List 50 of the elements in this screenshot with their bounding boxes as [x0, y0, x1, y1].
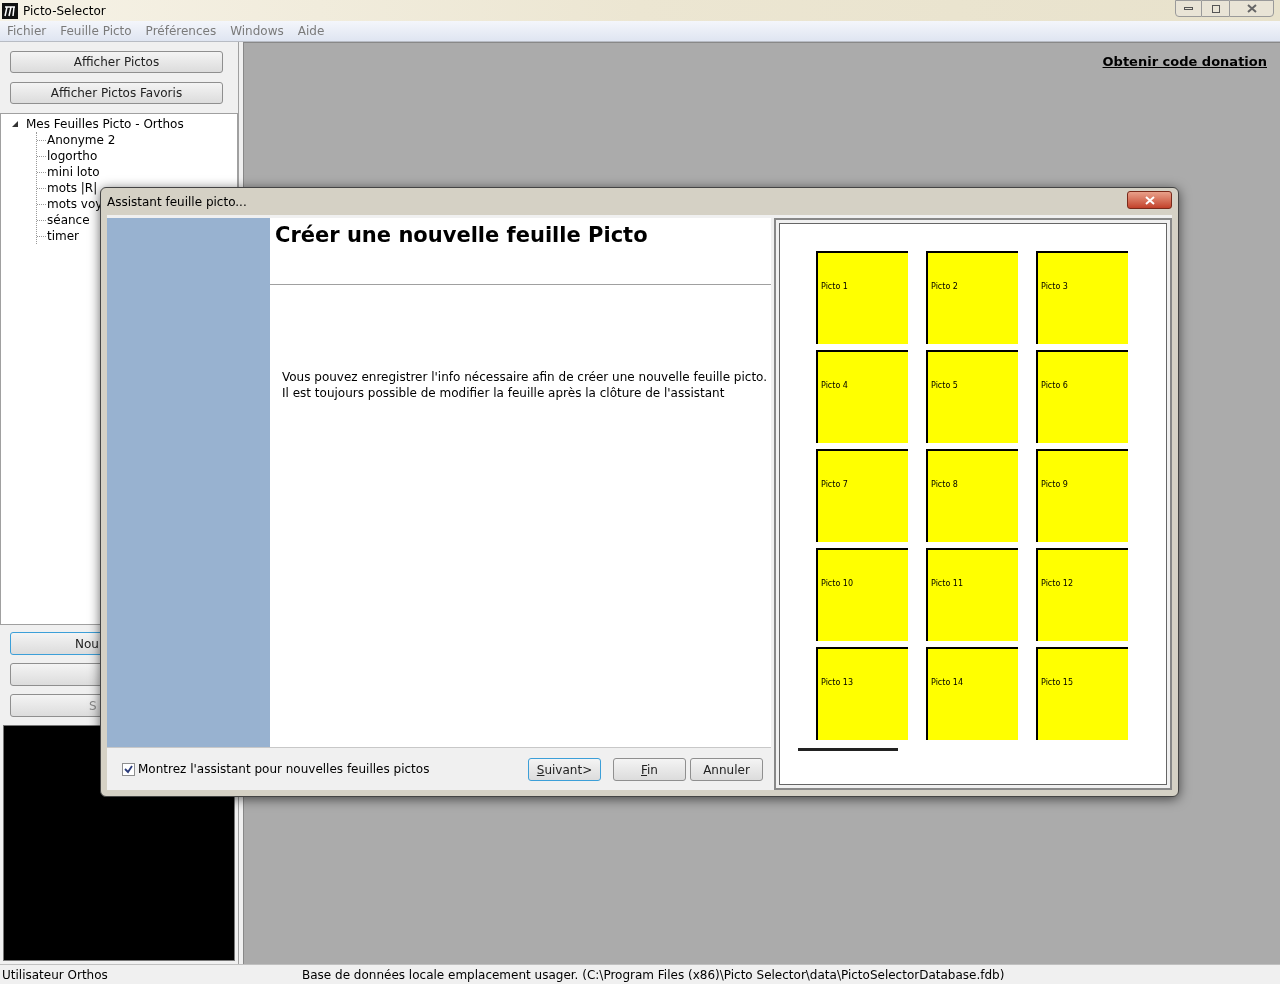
wizard-heading: Créer une nouvelle feuille Picto	[275, 223, 648, 247]
restore-button[interactable]	[1202, 0, 1229, 17]
tree-item[interactable]: timer	[47, 228, 80, 244]
tree-item[interactable]: mini loto	[47, 164, 100, 180]
picto-label: Picto 4	[821, 381, 848, 390]
sidebar-button[interactable]: Afficher Pictos Favoris	[10, 82, 223, 104]
picto-label: Picto 12	[1041, 579, 1074, 588]
tree-item[interactable]: séance	[47, 212, 90, 228]
picto-label: Picto 8	[931, 480, 958, 489]
app-logo-icon	[2, 2, 18, 19]
menu-item[interactable]: Windows	[230, 22, 284, 40]
close-icon	[1246, 4, 1257, 13]
tree-item[interactable]: logortho	[47, 148, 98, 164]
menu-item[interactable]: Aide	[297, 22, 325, 40]
menu-item[interactable]: Feuille Picto	[60, 22, 132, 40]
tree-item[interactable]: mots |R|	[47, 180, 98, 196]
checkmark-icon	[124, 764, 133, 774]
menu-item[interactable]: Préférences	[145, 22, 217, 40]
status-text: Utilisateur Orthos	[1, 966, 109, 984]
dialog-button[interactable]: Annuler	[690, 758, 763, 782]
picto-label: Picto 5	[931, 381, 958, 390]
picto-label: Picto 11	[931, 579, 964, 588]
dialog-button[interactable]: Suivant>	[528, 758, 601, 782]
checkbox-label: Montrez l'assistant pour nouvelles feuilles pictos	[138, 761, 430, 778]
donation-link[interactable]: Obtenir code donation	[1102, 52, 1267, 72]
picto-label: Picto 3	[1041, 282, 1068, 291]
close-button[interactable]	[1127, 191, 1172, 209]
picto-label: Picto 1	[821, 282, 848, 291]
dialog-button[interactable]: Fin	[613, 758, 686, 782]
picto-label: Picto 15	[1041, 678, 1074, 687]
wizard-text: Il est toujours possible de modifier la feuille après la clôture de l'assistant	[282, 385, 726, 401]
close-icon	[1144, 195, 1155, 205]
picto-label: Picto 10	[821, 579, 854, 588]
tree-item[interactable]: Mes Feuilles Picto - Orthos	[26, 116, 184, 132]
picto-label: Picto 14	[931, 678, 964, 687]
picto-label: Picto 6	[1041, 381, 1068, 390]
picto-label: Picto 2	[931, 282, 958, 291]
sidebar-button[interactable]: Afficher Pictos	[10, 51, 223, 73]
close-button[interactable]	[1229, 0, 1274, 17]
picto-label: Picto 9	[1041, 480, 1068, 489]
picto-label: Picto 7	[821, 480, 848, 489]
minimize-button[interactable]	[1175, 0, 1202, 17]
picto-label: Picto 13	[821, 678, 854, 687]
status-text: Base de données locale emplacement usager. (C:\Program Files (x86)\Picto Selector\data\PictoSelectorDatabase.fdb)	[302, 966, 1005, 984]
menu-item[interactable]: Fichier	[7, 22, 47, 40]
tree-item[interactable]: Anonyme 2	[47, 132, 116, 148]
wizard-text: Vous pouvez enregistrer l'info nécessaire afin de créer une nouvelle feuille picto.	[282, 369, 769, 385]
checkbox[interactable]	[122, 762, 135, 776]
dialog-title: Assistant feuille picto...	[107, 193, 247, 211]
window-title: Picto-Selector	[23, 2, 106, 20]
